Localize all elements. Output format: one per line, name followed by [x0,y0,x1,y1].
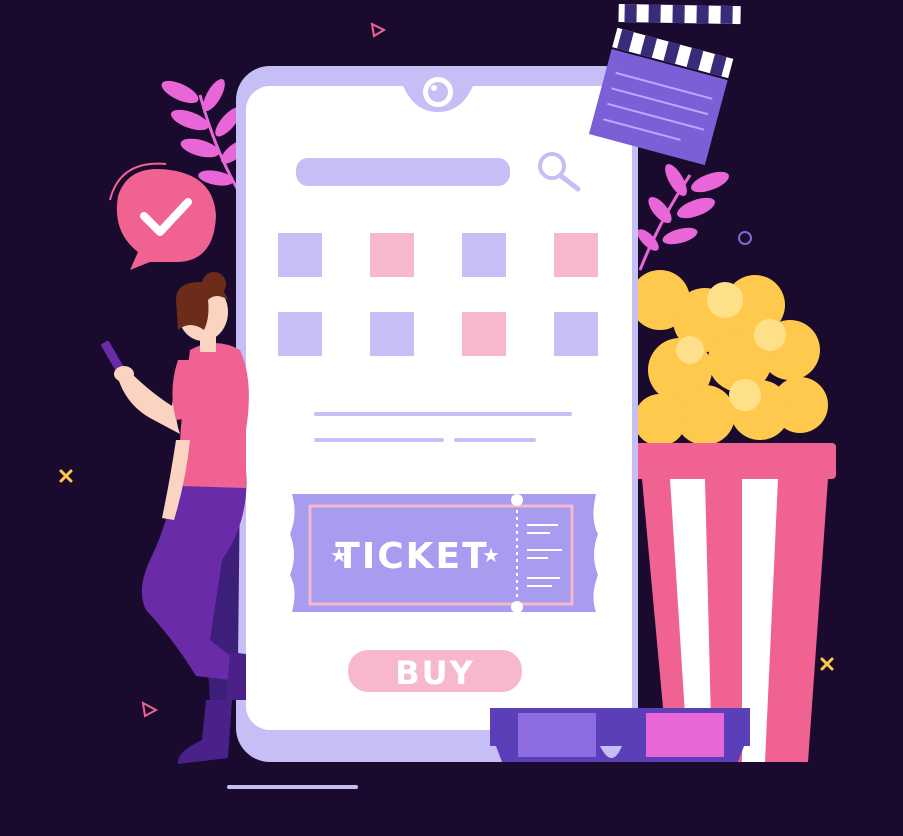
seat[interactable] [554,312,598,356]
triangle-decoration [141,701,159,718]
cinema-ticket-illustration: ★ ★ TICKET BUY [59,3,836,789]
circle-decoration [738,231,752,245]
ticket-card[interactable]: ★ ★ TICKET [290,494,598,613]
ticket-label: TICKET [335,536,488,577]
cross-decoration [820,657,834,671]
seat[interactable] [462,233,506,277]
check-icon [109,162,216,270]
seat[interactable] [278,233,322,277]
seat[interactable] [462,312,506,356]
seat[interactable] [370,312,414,356]
search-input[interactable] [296,158,510,186]
illustration-stage: ★ ★ TICKET BUY [0,0,903,836]
triangle-decoration [370,22,387,38]
seat[interactable] [554,233,598,277]
popcorn-icon [630,270,836,762]
seat[interactable] [278,312,322,356]
leaf-plant-right [637,164,729,271]
seat[interactable] [370,233,414,277]
buy-button-label: BUY [395,654,475,692]
cross-decoration [59,469,73,483]
3d-glasses-icon [490,708,750,762]
buy-button[interactable]: BUY [348,650,522,692]
woman-figure [101,272,249,764]
